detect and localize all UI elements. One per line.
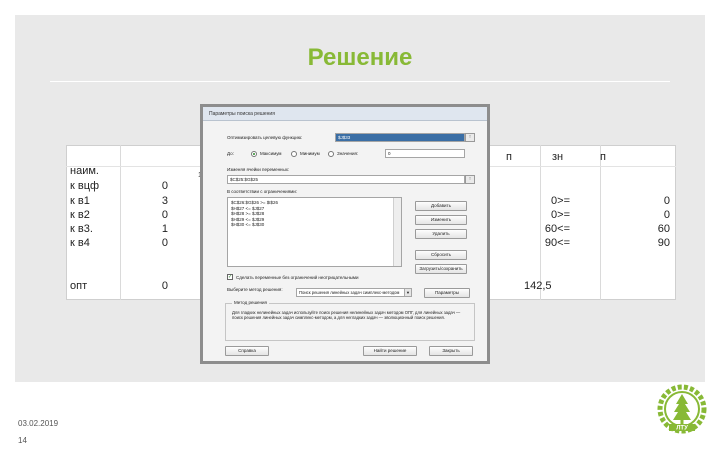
grid-line bbox=[480, 166, 676, 167]
row-label: наим. bbox=[70, 165, 99, 177]
optimum-value: 142,5 bbox=[524, 280, 552, 292]
list-scrollbar[interactable] bbox=[393, 198, 401, 266]
title-divider bbox=[50, 81, 670, 82]
load-save-button[interactable]: Загрузить/сохранить bbox=[415, 264, 467, 274]
changing-label: Изменяя ячейки переменных: bbox=[227, 167, 290, 172]
solver-dialog: Параметры поиска решения Оптимизировать … bbox=[200, 104, 490, 364]
grid-line bbox=[120, 145, 121, 300]
row-label: к в1 bbox=[70, 195, 90, 207]
cell-value: 0 bbox=[161, 280, 168, 292]
cell-value: 0 bbox=[663, 209, 670, 221]
constraint-sign: 90<= bbox=[544, 237, 570, 249]
cell-value: 60 bbox=[657, 223, 670, 235]
column-header: п bbox=[506, 151, 512, 163]
close-button[interactable]: Закрыть bbox=[429, 346, 473, 356]
value-field[interactable]: 0 bbox=[385, 149, 465, 158]
cell-picker-icon[interactable]: ↑ bbox=[465, 175, 475, 184]
row-label: к в3. bbox=[70, 223, 93, 235]
constraint-sign: 0>= bbox=[551, 209, 570, 221]
reset-button[interactable]: Сбросить bbox=[415, 250, 467, 260]
cell-value: 1 bbox=[161, 223, 168, 235]
cell-value: 0 bbox=[161, 180, 168, 192]
slide-date: 03.02.2019 bbox=[18, 419, 59, 428]
row-label: к в2 bbox=[70, 209, 90, 221]
changing-cells-input[interactable]: $C$25:$G$25 bbox=[227, 175, 465, 184]
solve-button[interactable]: Найти решение bbox=[363, 346, 417, 356]
column-header: зн bbox=[552, 151, 564, 163]
column-header: п bbox=[600, 151, 606, 163]
objective-label: Оптимизировать целевую функцию: bbox=[227, 135, 303, 140]
constraint-sign: 60<= bbox=[544, 223, 570, 235]
constraints-label: В соответствии с ограничениями: bbox=[227, 189, 297, 194]
cell-value: 3 bbox=[161, 195, 168, 207]
cell-value: 0 bbox=[663, 195, 670, 207]
logo-text: ЛТУ bbox=[676, 426, 688, 432]
cell-value: 0 bbox=[161, 237, 168, 249]
checkbox-label: Сделать переменные без ограничений неотр… bbox=[236, 275, 359, 280]
list-item[interactable]: $H$30 <= $J$30 bbox=[231, 222, 398, 228]
radio-max[interactable] bbox=[251, 151, 257, 157]
cell-value: 90 bbox=[657, 237, 670, 249]
objective-input[interactable]: $J$33 bbox=[335, 133, 465, 142]
change-button[interactable]: Изменить bbox=[415, 215, 467, 225]
radio-min-label: Минимум bbox=[300, 151, 320, 156]
radio-min[interactable] bbox=[291, 151, 297, 157]
grid-line bbox=[600, 145, 601, 300]
delete-button[interactable]: Удалить bbox=[415, 229, 467, 239]
group-title: Метод решения bbox=[232, 300, 269, 305]
add-button[interactable]: Добавить bbox=[415, 201, 467, 211]
constraints-list[interactable]: $C$26:$G$26 >= $I$26 $H$27 <= $J$27 $H$2… bbox=[227, 197, 402, 267]
method-label: Выберите метод решения: bbox=[227, 287, 283, 292]
row-label: к в4 bbox=[70, 237, 90, 249]
params-button[interactable]: Параметры bbox=[424, 288, 470, 298]
university-logo: ЛТУ bbox=[657, 384, 707, 434]
constraint-sign: 0>= bbox=[551, 195, 570, 207]
method-select[interactable]: Поиск решения линейных задач симплекс-ме… bbox=[296, 288, 412, 297]
help-button[interactable]: Справка bbox=[225, 346, 269, 356]
method-value: Поиск решения линейных задач симплекс-ме… bbox=[299, 290, 400, 295]
slide-title: Решение bbox=[307, 44, 413, 71]
cell-value: 0 bbox=[161, 209, 168, 221]
dialog-title: Параметры поиска решения bbox=[203, 107, 487, 121]
radio-value-label: Значения: bbox=[337, 151, 359, 156]
cell-picker-icon[interactable]: ↑ bbox=[465, 133, 475, 142]
page-number: 14 bbox=[18, 436, 27, 445]
radio-max-label: Максимум bbox=[260, 151, 282, 156]
nonnegative-checkbox[interactable]: ✓ bbox=[227, 274, 233, 280]
chevron-down-icon[interactable]: ▼ bbox=[404, 289, 411, 296]
to-label: До: bbox=[227, 151, 234, 156]
row-label: опт bbox=[70, 280, 88, 292]
row-label: к вцф bbox=[70, 180, 100, 192]
method-groupbox: Метод решения Для гладких нелинейных зад… bbox=[225, 300, 475, 341]
group-description: Для гладких нелинейных задач используйте… bbox=[232, 310, 461, 321]
radio-value[interactable] bbox=[328, 151, 334, 157]
